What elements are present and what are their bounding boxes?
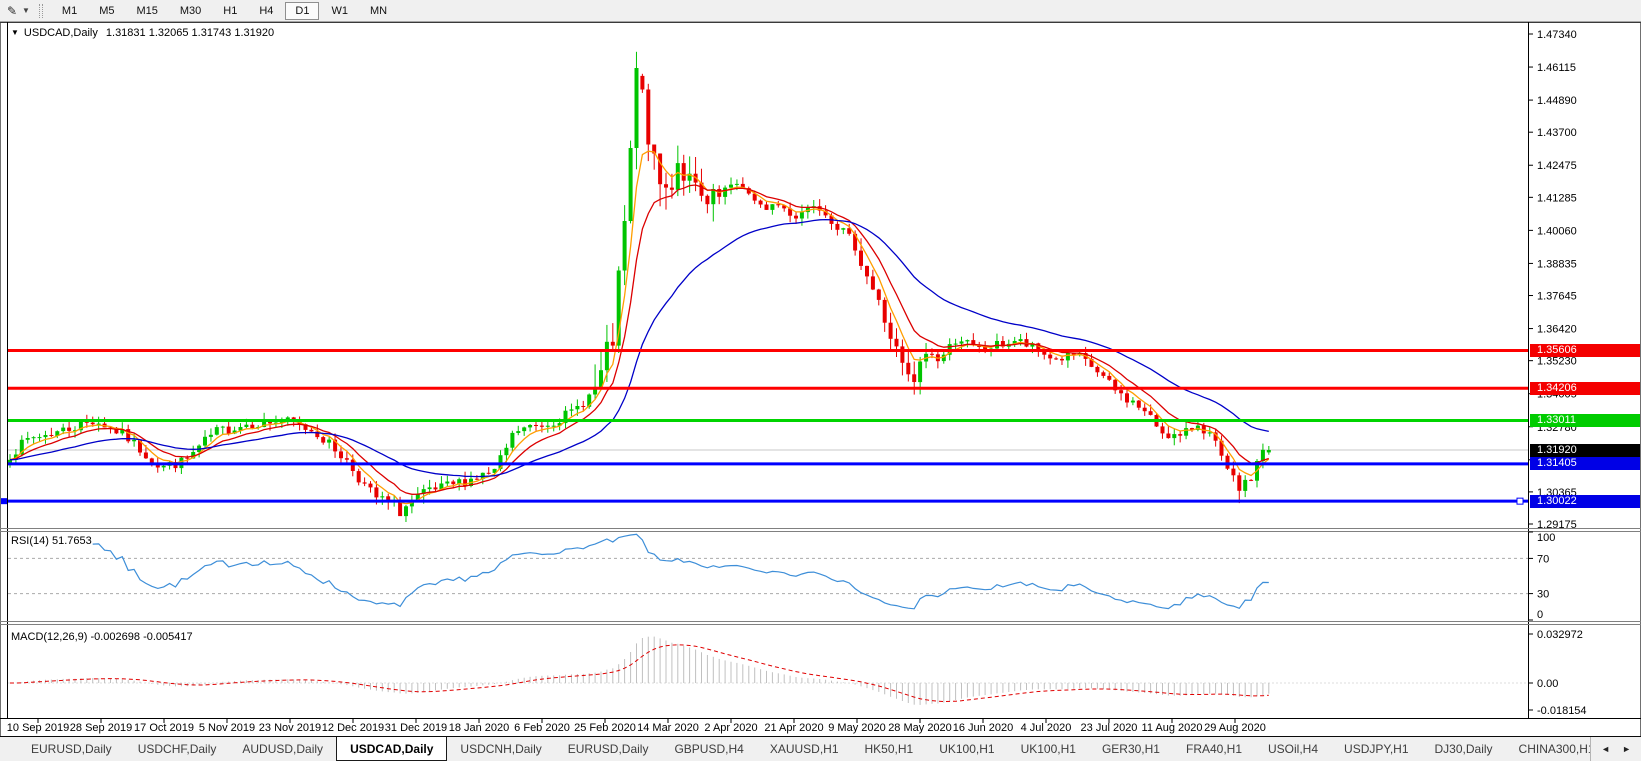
- date-tick-label: 21 Apr 2020: [764, 722, 823, 734]
- price-line-badge-1.31405: 1.31405: [1530, 457, 1640, 471]
- date-tick-label: 18 Jan 2020: [449, 722, 510, 734]
- chart-tab-9-uk100-h1[interactable]: UK100,H1: [926, 737, 1007, 761]
- price-tick-label: 1.46115: [1537, 62, 1576, 74]
- macd-signal-line: [10, 644, 1269, 703]
- chart-tab-11-ger30-h1[interactable]: GER30,H1: [1089, 737, 1173, 761]
- chart-title: ▼ USDCAD,Daily 1.31831 1.32065 1.31743 1.3…: [11, 27, 274, 39]
- date-tick-label: 5 Nov 2019: [199, 722, 255, 734]
- chart-tab-12-fra40-h1[interactable]: FRA40,H1: [1173, 737, 1255, 761]
- price-tick-label: 1.37645: [1537, 291, 1577, 303]
- chart-tab-2-audusd-daily[interactable]: AUDUSD,Daily: [229, 737, 336, 761]
- date-tick-label: 25 Feb 2020: [574, 722, 636, 734]
- chart-tab-13-usoil-h4[interactable]: USOil,H4: [1255, 737, 1331, 761]
- timeframe-button-w1[interactable]: W1: [321, 2, 358, 20]
- chart-tab-15-dj30-daily[interactable]: DJ30,Daily: [1422, 737, 1506, 761]
- line-anchor-handle: [1, 498, 7, 505]
- price-tick-label: 1.40060: [1537, 225, 1577, 237]
- chart-tab-14-usdjpy-h1[interactable]: USDJPY,H1: [1331, 737, 1421, 761]
- price-line-badge-1.30022: 1.30022: [1530, 494, 1640, 508]
- date-tick-label: 23 Jul 2020: [1081, 722, 1138, 734]
- date-tick-label: 10 Sep 2019: [7, 722, 69, 734]
- price-tick-label: 1.41285: [1537, 192, 1577, 204]
- date-tick-label: 2 Apr 2020: [704, 722, 757, 734]
- chart-tab-0-eurusd-daily[interactable]: EURUSD,Daily: [18, 737, 125, 761]
- timeframe-buttons: M1 M5 M15 M30 H1 H4 D1 W1 MN: [51, 0, 398, 21]
- timeframe-button-m1[interactable]: M1: [52, 2, 87, 20]
- chart-tab-10-uk100-h1[interactable]: UK100,H1: [1008, 737, 1089, 761]
- price-tick-label: 1.44890: [1537, 95, 1577, 107]
- price-line-badge-1.35606: 1.35606: [1530, 344, 1640, 357]
- tabs-scroll-right-icon[interactable]: ►: [1622, 744, 1631, 754]
- date-tick-label: 16 Jun 2020: [953, 722, 1014, 734]
- tab-scroll-arrows: ◄ ►: [1590, 737, 1641, 761]
- price-tick-label: 1.29175: [1537, 519, 1577, 531]
- chart-dropdown-icon[interactable]: ▼: [11, 28, 19, 37]
- price-chart[interactable]: 1.47340 1.46115 1.44890 1.43700 1.42475 1.412…: [0, 0, 1641, 761]
- chart-tab-5-eurusd-daily[interactable]: EURUSD,Daily: [555, 737, 662, 761]
- rsi-axis-label: 30: [1537, 589, 1549, 601]
- price-tick-label: 1.47340: [1537, 29, 1577, 41]
- rsi-axis-label: 0: [1537, 609, 1543, 621]
- timeframe-button-d1[interactable]: D1: [285, 1, 320, 20]
- date-tick-label: 28 Sep 2019: [70, 722, 132, 734]
- price-tick-label: 1.38835: [1537, 258, 1577, 270]
- macd-indicator-label: MACD(12,26,9) -0.002698 -0.005417: [11, 631, 193, 643]
- line-anchor-handle: [1516, 497, 1524, 505]
- rsi-axis-label: 100: [1537, 532, 1555, 544]
- date-tick-label: 9 May 2020: [828, 722, 885, 734]
- price-tick-label: 1.35230: [1537, 356, 1577, 368]
- chart-tab-16-china300-h1[interactable]: CHINA300,H1: [1506, 737, 1591, 761]
- chart-tab-1-usdchf-daily[interactable]: USDCHF,Daily: [125, 737, 230, 761]
- chart-tab-6-gbpusd-h4[interactable]: GBPUSD,H4: [661, 737, 756, 761]
- price-tick-label: 1.42475: [1537, 160, 1577, 172]
- rsi-indicator-label: RSI(14) 51.7653: [11, 535, 92, 547]
- date-tick-label: 28 May 2020: [888, 722, 952, 734]
- date-tick-label: 17 Oct 2019: [134, 722, 194, 734]
- candles: [8, 51, 1271, 522]
- timeframe-button-m5[interactable]: M5: [89, 2, 124, 20]
- macd-axis-label: -0.018154: [1537, 705, 1587, 717]
- timeframe-button-m15[interactable]: M15: [126, 2, 167, 20]
- date-tick-label: 31 Dec 2019: [385, 722, 447, 734]
- date-tick-label: 4 Jul 2020: [1021, 722, 1072, 734]
- chart-tab-3-usdcad-daily[interactable]: USDCAD,Daily: [336, 737, 448, 761]
- chart-tabs-bar: EURUSD,Daily USDCHF,Daily AUDUSD,Daily USDC…: [0, 736, 1641, 761]
- tabs-scroll-left-icon[interactable]: ◄: [1601, 744, 1610, 754]
- toolbar: ✎ ▼ M1 M5 M15 M30 H1 H4 D1 W1 MN: [0, 0, 1641, 22]
- macd-axis-label: 0.032972: [1537, 629, 1583, 641]
- date-tick-label: 14 Mar 2020: [637, 722, 699, 734]
- timeframe-button-h4[interactable]: H4: [249, 2, 283, 20]
- chart-tabs: EURUSD,Daily USDCHF,Daily AUDUSD,Daily USDC…: [0, 737, 1590, 761]
- date-tick-label: 12 Dec 2019: [322, 722, 384, 734]
- price-line-badge-1.34206: 1.34206: [1530, 381, 1640, 395]
- chart-tab-7-xauusd-h1[interactable]: XAUUSD,H1: [757, 737, 852, 761]
- dropdown-caret-icon[interactable]: ▼: [22, 6, 30, 15]
- macd-axis-label: 0.00: [1537, 678, 1558, 690]
- timeframe-button-h1[interactable]: H1: [213, 2, 247, 20]
- macd-histogram: [15, 636, 1270, 705]
- rsi-line: [92, 533, 1269, 610]
- date-tick-label: 11 Aug 2020: [1142, 722, 1203, 734]
- timeframe-button-mn[interactable]: MN: [360, 2, 397, 20]
- rsi-axis-label: 70: [1537, 553, 1549, 565]
- cursor-tool-icon[interactable]: ✎: [3, 2, 21, 20]
- chart-tab-8-hk50-h1[interactable]: HK50,H1: [852, 737, 927, 761]
- price-line-badge-1.33011: 1.33011: [1530, 414, 1640, 427]
- timeframe-button-m30[interactable]: M30: [170, 2, 211, 20]
- price-tick-label: 1.43700: [1537, 127, 1577, 139]
- date-tick-label: 23 Nov 2019: [259, 722, 321, 734]
- chart-ohlc-values: 1.31831 1.32065 1.31743 1.31920: [105, 27, 275, 39]
- chart-symbol: USDCAD,Daily: [23, 27, 98, 39]
- price-line-badge-1.31920: 1.31920: [1530, 443, 1640, 457]
- date-tick-label: 6 Feb 2020: [514, 722, 570, 734]
- toolbar-grip[interactable]: [38, 3, 43, 18]
- chart-tab-4-usdcnh-daily[interactable]: USDCNH,Daily: [447, 737, 554, 761]
- price-tick-label: 1.36420: [1537, 324, 1577, 336]
- date-tick-label: 29 Aug 2020: [1204, 722, 1266, 734]
